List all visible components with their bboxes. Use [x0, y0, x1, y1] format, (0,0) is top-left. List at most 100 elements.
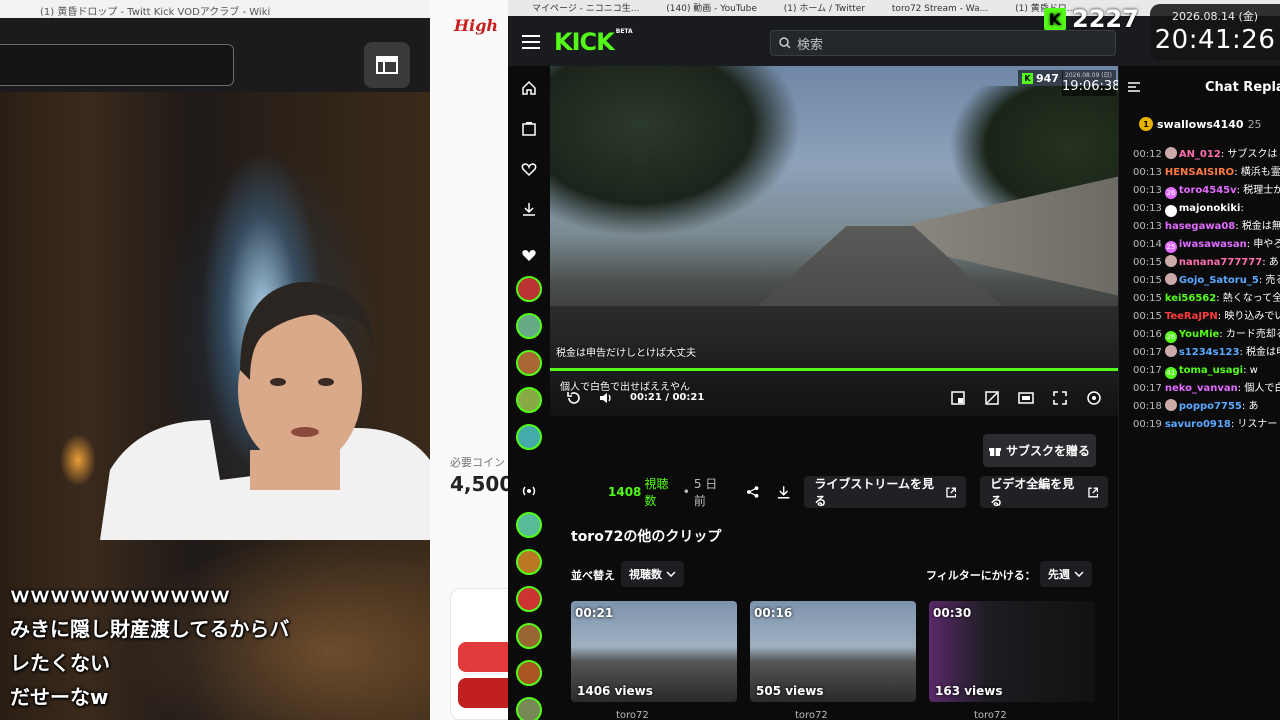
share-icon[interactable]	[746, 485, 759, 499]
recommended-channel-avatar[interactable]	[516, 623, 542, 649]
miniplayer-icon[interactable]	[950, 390, 966, 406]
stream-viewer-overlay: K 2227	[1044, 5, 1139, 33]
chat-username[interactable]: kei56562	[1165, 293, 1216, 304]
buy-button-secondary[interactable]	[458, 678, 508, 708]
chat-username[interactable]: savuro0918	[1165, 419, 1231, 430]
chat-message: 00:17s1234s123: 税金は申大丈夫	[1133, 344, 1280, 362]
recommended-channel-avatar[interactable]	[516, 697, 542, 720]
gift-icon	[988, 447, 1001, 456]
theater-mode-icon[interactable]	[1018, 390, 1034, 406]
chat-timestamp: 00:15	[1133, 293, 1162, 304]
kick-window: マイページ - ニコニコ生... (140) 動画 - YouTube (1) …	[508, 0, 1280, 720]
chat-username[interactable]: toma_usagi	[1179, 365, 1243, 376]
download-icon[interactable]	[777, 485, 790, 499]
home-icon[interactable]	[521, 80, 537, 96]
recommended-channel-avatar[interactable]	[516, 660, 542, 686]
chat-message: 00:15kei56562: 熱くなって全に！いつもお金持ったら全部使	[1133, 290, 1280, 308]
chat-username[interactable]: HENSAISIRO	[1165, 167, 1234, 178]
layout-toggle-button[interactable]	[364, 42, 410, 88]
progress-bar[interactable]	[550, 368, 1118, 371]
chat-username[interactable]: s1234s123	[1179, 347, 1240, 358]
clip-author[interactable]: toro72	[795, 710, 828, 720]
other-clips-heading: toro72の他のクリップ	[571, 529, 722, 545]
followed-channel-avatar[interactable]	[516, 276, 542, 302]
sort-dropdown[interactable]: 視聴数	[621, 561, 684, 587]
recommended-channel-avatar[interactable]	[516, 586, 542, 612]
followed-channel-avatar[interactable]	[516, 387, 542, 413]
clip-duration: 00:16	[754, 606, 793, 620]
chat-username[interactable]: majonokiki	[1179, 203, 1241, 214]
clip-icon[interactable]	[984, 390, 1000, 406]
browser-tab[interactable]: (140) 動画 - YouTube	[666, 4, 757, 14]
chat-username[interactable]: AN_012	[1179, 149, 1221, 160]
chat-username[interactable]: nanana777777	[1179, 257, 1262, 268]
clip-thumbnail[interactable]: 00:21 1406 views	[571, 601, 737, 702]
chat-timestamp: 00:19	[1133, 419, 1162, 430]
download-icon[interactable]	[521, 201, 537, 217]
subscriber-badge-icon: 26	[1164, 331, 1177, 343]
chat-timestamp: 00:15	[1133, 275, 1162, 286]
followed-channel-avatar[interactable]	[516, 424, 542, 450]
chat-message: 00:12 AN_012: サブスクは	[1133, 146, 1280, 164]
external-link-icon	[1087, 487, 1098, 497]
menu-icon[interactable]	[522, 34, 540, 50]
browser-tab[interactable]: マイページ - ニコニコ生...	[532, 4, 639, 14]
chat-message: 00:13 40 majonokiki:	[1133, 200, 1280, 218]
recommended-channel-avatar[interactable]	[516, 512, 542, 538]
clip-thumbnail[interactable]: 00:16 505 views	[750, 601, 916, 702]
filter-dropdown[interactable]: 先週	[1040, 561, 1092, 587]
left-search-box[interactable]	[0, 44, 234, 86]
fullscreen-icon[interactable]	[1052, 390, 1068, 406]
chat-text: 映り込みでいんか？	[1224, 311, 1280, 322]
buy-button[interactable]	[458, 642, 508, 672]
filter-value: 先週	[1048, 568, 1070, 581]
chat-username[interactable]: toro4545v	[1179, 185, 1237, 196]
chat-username[interactable]: YouMie	[1179, 329, 1219, 340]
live-broadcast-icon	[522, 486, 536, 496]
chat-message: 00:13 HENSAISIRO: 横浜も霊	[1133, 164, 1280, 182]
left-browser-header: (1) 黄昏ドロップ - Twitt Kick VODアクラブ - Wiki	[0, 0, 430, 92]
clip-author[interactable]: toro72	[974, 710, 1007, 720]
chat-message: 00:18 poppo7755: あ	[1133, 398, 1280, 416]
chat-timestamp: 00:15	[1133, 311, 1162, 322]
chat-username[interactable]: neko_vanvan	[1165, 383, 1238, 394]
following-heart-icon	[522, 250, 536, 261]
chat-text: 売るえて詰むんだけど大丈夫？	[1265, 275, 1280, 286]
watch-livestream-button[interactable]: ライブストリームを見る	[804, 476, 967, 508]
kick-logo[interactable]: KICK BETA	[554, 28, 633, 56]
chat-username[interactable]: TeeRaJPN	[1165, 311, 1218, 322]
chat-username[interactable]: poppo7755	[1179, 401, 1242, 412]
replay-icon[interactable]	[566, 390, 582, 406]
followed-channel-avatar[interactable]	[516, 350, 542, 376]
heart-outline-icon[interactable]	[521, 161, 537, 177]
settings-icon[interactable]	[1086, 390, 1102, 406]
chat-username[interactable]: hasegawa08	[1165, 221, 1235, 232]
chat-username[interactable]: iwasawasan	[1179, 239, 1247, 250]
meta-dot: •	[682, 485, 690, 499]
chat-text: カード売却るやろ	[1225, 329, 1280, 340]
chat-username[interactable]: Gojo_Satoru_5	[1179, 275, 1259, 286]
browser-tab[interactable]: toro72 Stream - Wa...	[892, 4, 988, 14]
clip-author[interactable]: toro72	[616, 710, 649, 720]
clock-overlay: 2026.08.14 (金) 20:41:26	[1150, 4, 1280, 60]
chat-text: サブスクは	[1227, 149, 1278, 160]
chat-message: 00:13 hasegawa08: 税金は無	[1133, 218, 1280, 236]
collapse-chat-icon[interactable]	[1127, 80, 1141, 94]
followed-channel-avatar[interactable]	[516, 313, 542, 339]
beta-badge: BETA	[615, 28, 633, 35]
search-input[interactable]: 検索	[770, 30, 1116, 56]
chevron-down-icon	[666, 571, 676, 577]
top-gifter[interactable]: 1 swallows4140 25	[1139, 114, 1262, 134]
video-player[interactable]: K 947 2026.08.09 (日) 19:06:38 税金は申告だけしとけば…	[550, 66, 1118, 416]
volume-icon[interactable]	[598, 390, 614, 406]
search-icon	[779, 37, 791, 49]
watch-full-video-button[interactable]: ビデオ全編を見る	[980, 476, 1109, 508]
clip-thumbnail[interactable]: 00:30 163 views	[929, 601, 1095, 702]
chevron-down-icon	[1074, 571, 1084, 577]
browse-icon[interactable]	[521, 121, 537, 137]
browser-tab[interactable]: (1) ホーム / Twitter	[784, 4, 865, 14]
subtitle-line: だせーなw	[10, 685, 109, 709]
gift-subscription-button[interactable]: サブスクを贈る	[983, 434, 1096, 467]
recommended-channel-avatar[interactable]	[516, 549, 542, 575]
clip-duration: 00:30	[933, 606, 972, 620]
